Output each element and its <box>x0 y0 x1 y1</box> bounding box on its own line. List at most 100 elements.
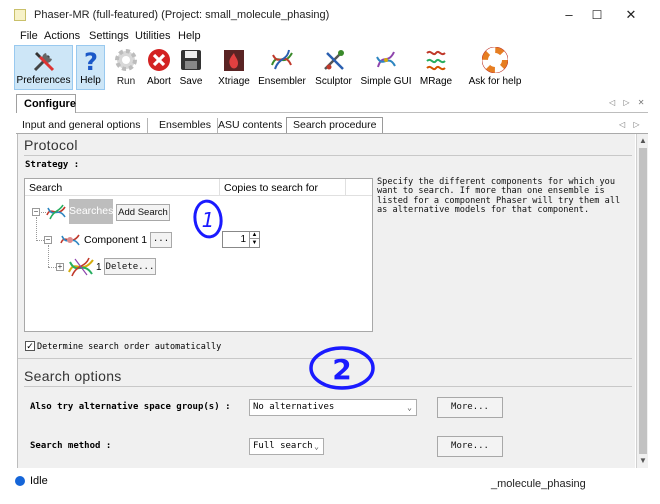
tab-configure[interactable]: Configure <box>16 94 76 113</box>
component-label[interactable]: Component 1 <box>84 234 147 246</box>
alt-space-group-value: No alternatives <box>253 402 335 412</box>
ensemble-model-icon <box>68 257 94 277</box>
auto-order-label: Determine search order automatically <box>37 342 222 352</box>
menu-utilities[interactable]: Utilities <box>135 30 170 42</box>
expand-toggle[interactable]: + <box>56 263 64 271</box>
abort-label: Abort <box>147 76 171 87</box>
xtriage-button[interactable]: Xtriage <box>214 45 254 90</box>
menu-help[interactable]: Help <box>178 30 201 42</box>
abort-button[interactable]: Abort <box>144 45 174 90</box>
tab-search-procedure[interactable]: Search procedure <box>286 117 384 134</box>
status-project: _molecule_phasing <box>491 478 586 490</box>
delete-button[interactable]: Delete... <box>104 258 156 275</box>
title-bar: Phaser-MR (full-featured) (Project: smal… <box>0 0 660 30</box>
tree-line <box>48 245 49 267</box>
annotation-circle-1: 1 <box>193 199 223 239</box>
search-method-select[interactable]: Full search ⌄ <box>249 438 324 455</box>
help-button[interactable]: ? Help <box>76 45 105 90</box>
save-label: Save <box>179 76 203 87</box>
simple-gui-button[interactable]: Simple GUI <box>358 45 414 90</box>
maximize-button[interactable]: ☐ <box>582 5 612 25</box>
status-indicator-icon <box>15 476 25 486</box>
ensembler-button[interactable]: Ensembler <box>256 45 308 90</box>
sculptor-icon <box>323 50 344 70</box>
spin-up-arrow[interactable]: ▲ <box>249 232 259 239</box>
status-bar: Idle _molecule_phasing <box>0 472 660 504</box>
strategy-label: Strategy : <box>25 160 80 170</box>
tab-ensembles[interactable]: Ensembles <box>153 118 218 134</box>
search-method-more-button[interactable]: More... <box>437 436 503 457</box>
ensembler-icon <box>271 49 293 70</box>
mrage-button[interactable]: MRage <box>416 45 456 90</box>
subtab-scroll-arrows[interactable]: ◁ ▷ <box>619 120 643 129</box>
sculptor-label: Sculptor <box>315 76 352 87</box>
scroll-up-arrow[interactable]: ▲ <box>637 136 649 145</box>
menu-bar: File Actions Settings Utilities Help <box>0 30 660 44</box>
simple-gui-icon <box>376 51 396 68</box>
expand-toggle[interactable]: − <box>44 236 52 244</box>
help-label: Help <box>80 75 101 86</box>
annotation-mark-1: 1 <box>202 208 215 232</box>
ask-for-help-button[interactable]: Ask for help <box>464 45 526 90</box>
status-text: Idle <box>30 475 48 487</box>
tab-input-general[interactable]: Input and general options <box>16 118 148 134</box>
column-copies[interactable]: Copies to search for <box>224 182 318 194</box>
sculptor-button[interactable]: Sculptor <box>311 45 356 90</box>
floppy-disk-icon <box>181 50 201 70</box>
protocol-divider <box>24 155 632 156</box>
column-search[interactable]: Search <box>29 182 62 194</box>
alt-space-group-label: Also try alternative space group(s) : <box>30 402 231 412</box>
close-button[interactable]: ✕ <box>616 5 646 25</box>
alt-space-group-more-button[interactable]: More... <box>437 397 503 418</box>
tree-line <box>36 217 37 241</box>
menu-actions[interactable]: Actions <box>44 30 80 42</box>
toolbar: Preferences ? Help Run Abort Save Xtriag… <box>0 45 660 90</box>
scroll-down-arrow[interactable]: ▼ <box>637 456 649 465</box>
ensembler-label: Ensembler <box>258 76 306 87</box>
tree-header: Search Copies to search for <box>25 179 372 196</box>
vertical-scrollbar[interactable]: ▲ ▼ <box>636 134 648 468</box>
chevron-down-icon: ⌄ <box>314 442 319 451</box>
question-mark-icon: ? <box>84 48 98 74</box>
strategy-description: Specify the different components for whi… <box>377 177 621 216</box>
add-search-button[interactable]: Add Search <box>116 204 170 221</box>
subtab-bar: Input and general options Ensembles ASU … <box>16 117 646 134</box>
gear-icon <box>115 49 137 71</box>
run-label: Run <box>116 76 136 87</box>
auto-order-checkbox[interactable]: ✓ <box>25 341 35 351</box>
alt-space-group-select[interactable]: No alternatives ⌄ <box>249 399 417 416</box>
spin-down-arrow[interactable]: ▼ <box>249 239 259 247</box>
minimize-button[interactable]: – <box>554 5 584 25</box>
searches-node[interactable]: Searches <box>69 199 113 224</box>
run-button[interactable]: Run <box>110 45 142 90</box>
tree-line <box>36 240 44 241</box>
xtriage-label: Xtriage <box>218 76 250 87</box>
stop-x-icon <box>148 49 170 71</box>
preferences-button[interactable]: Preferences <box>14 45 73 90</box>
search-options-title: Search options <box>24 368 122 384</box>
annotation-mark-2: 2 <box>332 353 351 386</box>
ask-for-help-label: Ask for help <box>468 76 522 87</box>
mrage-label: MRage <box>419 76 453 87</box>
mrage-icon <box>426 50 446 71</box>
app-icon <box>14 9 26 21</box>
column-separator <box>345 179 346 196</box>
xtriage-icon <box>224 50 244 71</box>
simple-gui-label: Simple GUI <box>360 76 412 87</box>
component-options-button[interactable]: ... <box>150 232 172 248</box>
search-method-label: Search method : <box>30 441 112 451</box>
protocol-title: Protocol <box>24 137 78 153</box>
menu-file[interactable]: File <box>20 30 38 42</box>
component-molecule-icon <box>60 234 80 246</box>
annotation-circle-2: 2 <box>309 346 375 390</box>
save-button[interactable]: Save <box>176 45 206 90</box>
tab-scroll-arrows[interactable]: ◁ ▷ ✕ <box>609 98 647 107</box>
scroll-thumb[interactable] <box>639 148 647 454</box>
expand-toggle[interactable]: − <box>32 208 40 216</box>
configure-tab-row: Configure ◁ ▷ ✕ <box>0 94 660 113</box>
preferences-label: Preferences <box>16 75 71 86</box>
tab-asu-contents[interactable]: ASU contents <box>212 118 290 134</box>
ensemble-number: 1 <box>96 262 102 273</box>
menu-settings[interactable]: Settings <box>89 30 129 42</box>
wrench-screwdriver-icon <box>33 52 54 72</box>
